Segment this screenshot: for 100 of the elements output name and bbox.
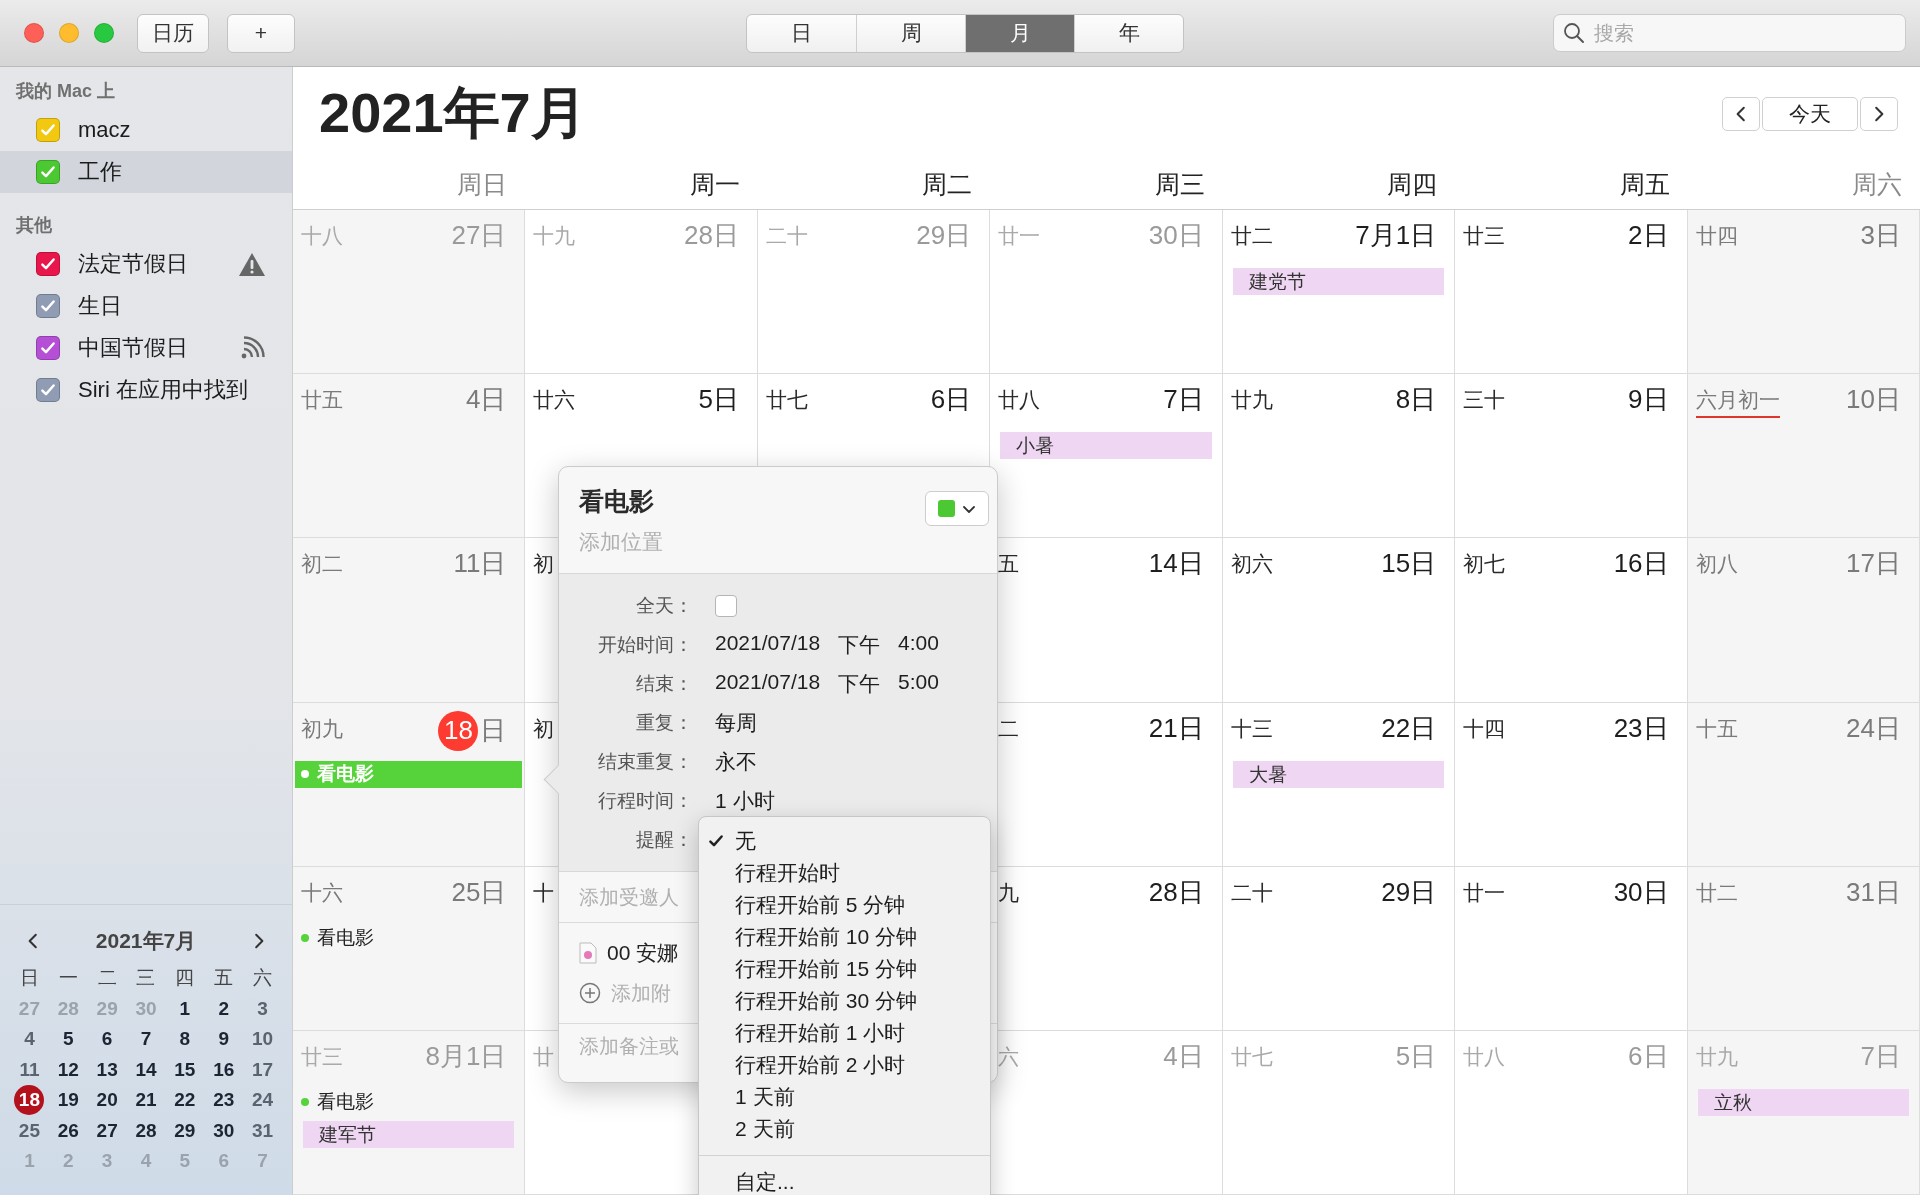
day-cell[interactable]: 廿三 8月1日 看电影 建军节 bbox=[293, 1030, 526, 1195]
mini-calendar-day[interactable]: 19 bbox=[48, 1085, 88, 1116]
field-value[interactable]: 永不 bbox=[715, 749, 757, 773]
all-day-event[interactable]: 立秋 bbox=[1697, 1088, 1909, 1116]
day-cell[interactable]: 初六 15日 bbox=[1222, 538, 1456, 703]
mini-calendar-day[interactable]: 8 bbox=[165, 1024, 205, 1055]
menu-item[interactable]: 行程开始前 15 分钟 bbox=[699, 953, 990, 985]
attachment-name[interactable]: 00 安娜 bbox=[607, 939, 679, 967]
mini-calendar-day[interactable]: 24 bbox=[243, 1085, 282, 1116]
day-cell[interactable]: 廿二 7月1日 建党节 bbox=[1222, 210, 1456, 375]
date-time-value[interactable]: 2021/07/18 bbox=[715, 669, 821, 698]
day-cell[interactable]: 廿三 2日 bbox=[1455, 210, 1688, 375]
mini-calendar-day[interactable]: 13 bbox=[87, 1054, 127, 1085]
day-cell[interactable]: 二十 29日 bbox=[1222, 866, 1456, 1031]
field-value[interactable]: 1 小时 bbox=[715, 788, 775, 812]
menu-item[interactable]: 无 bbox=[699, 825, 990, 857]
menu-item[interactable]: 行程开始时 bbox=[699, 857, 990, 889]
mini-calendar-day[interactable]: 2 bbox=[204, 993, 244, 1024]
add-button[interactable]: + bbox=[227, 13, 295, 53]
mini-calendar-day[interactable]: 17 bbox=[243, 1054, 282, 1085]
mini-calendar-day[interactable]: 15 bbox=[165, 1054, 205, 1085]
calendar-item[interactable]: 生日 bbox=[0, 285, 292, 327]
date-time-value[interactable]: 下午 bbox=[838, 669, 881, 698]
calendar-item[interactable]: Siri 在应用中找到 bbox=[0, 369, 292, 411]
timed-event[interactable]: 看电影 bbox=[293, 1088, 525, 1116]
mini-calendar-day[interactable]: 18 bbox=[14, 1085, 45, 1115]
menu-item[interactable]: 行程开始前 5 分钟 bbox=[699, 889, 990, 921]
day-cell[interactable]: 廿一 30日 bbox=[1455, 866, 1688, 1031]
all-day-checkbox[interactable] bbox=[715, 594, 737, 617]
field-value[interactable]: 每周 bbox=[715, 710, 757, 734]
date-time-value[interactable]: 5:00 bbox=[898, 669, 939, 698]
calendars-button[interactable]: 日历 bbox=[137, 13, 209, 53]
day-cell[interactable]: 三十 9日 bbox=[1455, 374, 1688, 539]
mini-calendar-day[interactable]: 30 bbox=[204, 1115, 244, 1146]
day-cell[interactable]: 廿二 31日 bbox=[1687, 866, 1920, 1031]
mini-calendar-day[interactable]: 9 bbox=[204, 1024, 244, 1055]
calendar-checkbox[interactable] bbox=[36, 294, 60, 318]
mini-calendar-day[interactable]: 5 bbox=[48, 1024, 88, 1055]
mini-calendar-day[interactable]: 23 bbox=[204, 1085, 244, 1116]
calendar-checkbox[interactable] bbox=[36, 252, 60, 276]
calendar-checkbox[interactable] bbox=[36, 336, 60, 360]
calendar-item[interactable]: 中国节假日 bbox=[0, 327, 292, 369]
day-cell[interactable]: 十四 23日 bbox=[1455, 702, 1688, 867]
day-cell[interactable]: 十三 22日 大暑 bbox=[1222, 702, 1456, 867]
calendar-item[interactable]: 法定节假日 bbox=[0, 243, 292, 285]
mini-calendar-day[interactable]: 10 bbox=[243, 1024, 282, 1055]
mini-calendar-day[interactable]: 26 bbox=[48, 1115, 88, 1146]
close-button[interactable] bbox=[24, 23, 44, 43]
day-cell[interactable]: 初七 16日 bbox=[1455, 538, 1688, 703]
mini-calendar-day[interactable]: 28 bbox=[126, 1115, 166, 1146]
day-cell[interactable]: 初九 18 日 看电影 bbox=[293, 702, 526, 867]
calendar-item[interactable]: macz bbox=[0, 109, 292, 151]
mini-calendar-day[interactable]: 7 bbox=[126, 1024, 166, 1055]
mini-calendar-day[interactable]: 29 bbox=[165, 1115, 205, 1146]
next-button[interactable] bbox=[1860, 96, 1898, 131]
day-cell[interactable]: 廿九 8日 bbox=[1222, 374, 1456, 539]
day-cell[interactable]: 廿五 4日 bbox=[293, 374, 526, 539]
calendar-checkbox[interactable] bbox=[36, 160, 60, 184]
mini-calendar-day[interactable]: 11 bbox=[10, 1054, 49, 1085]
calendar-checkbox[interactable] bbox=[36, 378, 60, 402]
day-cell[interactable]: 十五 24日 bbox=[1687, 702, 1920, 867]
calendar-item[interactable]: 工作 bbox=[0, 151, 292, 193]
mini-calendar-day[interactable]: 4 bbox=[10, 1024, 49, 1055]
mini-calendar-day[interactable]: 16 bbox=[204, 1054, 244, 1085]
view-tab[interactable]: 日 bbox=[747, 14, 856, 52]
all-day-event[interactable]: 小暑 bbox=[1000, 432, 1212, 460]
mini-calendar-day[interactable]: 3 bbox=[243, 993, 282, 1024]
menu-item[interactable]: 行程开始前 10 分钟 bbox=[699, 921, 990, 953]
all-day-event[interactable]: 建军节 bbox=[303, 1120, 515, 1148]
date-time-value[interactable]: 下午 bbox=[838, 630, 881, 659]
today-button[interactable]: 今天 bbox=[1762, 96, 1858, 131]
calendar-checkbox[interactable] bbox=[36, 118, 60, 142]
day-cell[interactable]: 六月初一 10日 bbox=[1687, 374, 1920, 539]
day-cell[interactable]: 十六 25日 看电影 bbox=[293, 866, 526, 1031]
zoom-button[interactable] bbox=[94, 23, 114, 43]
search-field[interactable]: 搜索 bbox=[1553, 14, 1906, 52]
mini-calendar-day[interactable]: 6 bbox=[87, 1024, 127, 1055]
date-time-value[interactable]: 2021/07/18 bbox=[715, 630, 821, 659]
mini-calendar-day[interactable]: 22 bbox=[165, 1085, 205, 1116]
mini-calendar-day[interactable]: 14 bbox=[126, 1054, 166, 1085]
previous-button[interactable] bbox=[1722, 96, 1760, 131]
timed-event[interactable]: 看电影 bbox=[293, 924, 525, 952]
view-tab[interactable]: 年 bbox=[1074, 14, 1183, 52]
day-cell[interactable]: 廿九 7日 立秋 bbox=[1687, 1030, 1920, 1195]
menu-item[interactable]: 行程开始前 30 分钟 bbox=[699, 985, 990, 1017]
mini-calendar-day[interactable]: 31 bbox=[243, 1115, 282, 1146]
day-cell[interactable]: 初二 11日 bbox=[293, 538, 526, 703]
all-day-event[interactable]: 大暑 bbox=[1232, 760, 1445, 788]
mini-calendar-day[interactable]: 25 bbox=[10, 1115, 49, 1146]
mini-calendar-day[interactable]: 20 bbox=[87, 1085, 127, 1116]
view-tab[interactable]: 月 bbox=[965, 14, 1074, 52]
mini-calendar-day[interactable]: 27 bbox=[87, 1115, 127, 1146]
mini-calendar-day[interactable]: 21 bbox=[126, 1085, 166, 1116]
event-title-field[interactable]: 看电影 bbox=[579, 485, 663, 518]
day-cell[interactable]: 初八 17日 bbox=[1687, 538, 1920, 703]
day-cell[interactable]: 廿四 3日 bbox=[1687, 210, 1920, 375]
calendar-color-button[interactable] bbox=[925, 491, 989, 526]
all-day-event[interactable]: 建党节 bbox=[1232, 268, 1445, 295]
date-time-value[interactable]: 4:00 bbox=[898, 630, 939, 659]
mini-calendar-day[interactable]: 12 bbox=[48, 1054, 88, 1085]
